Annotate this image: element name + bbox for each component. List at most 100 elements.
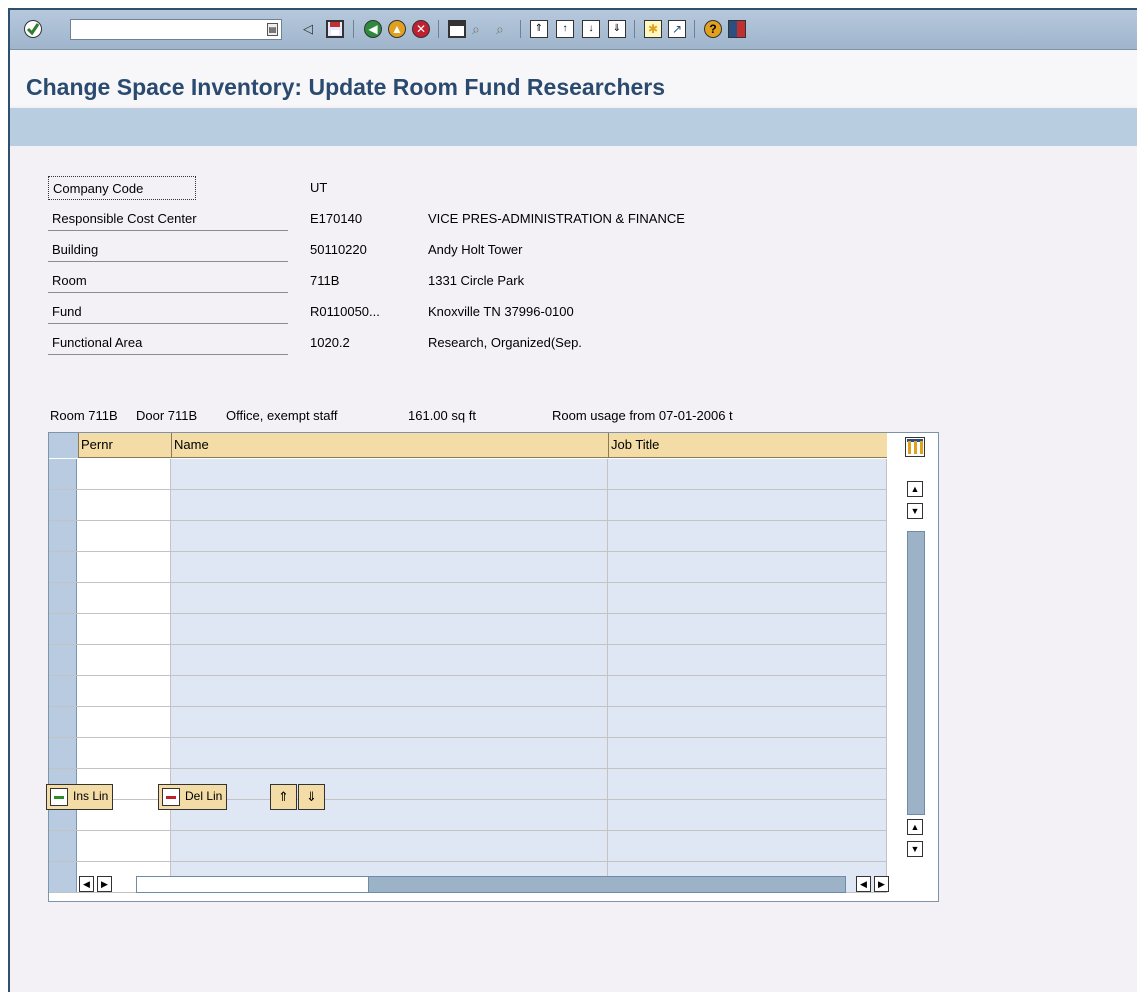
field-label[interactable]: Responsible Cost Center (48, 207, 288, 231)
job-title-cell[interactable] (608, 738, 887, 768)
table-settings-icon[interactable] (905, 437, 925, 457)
scroll-thumb[interactable] (137, 877, 369, 892)
row-selector[interactable] (49, 459, 77, 489)
row-selector[interactable] (49, 614, 77, 644)
print-icon[interactable] (448, 20, 466, 38)
previous-page-icon[interactable]: ↑ (556, 20, 574, 38)
job-title-cell[interactable] (608, 769, 887, 799)
scroll-right-icon[interactable]: ▶ (97, 876, 112, 892)
pernr-cell[interactable] (78, 614, 171, 644)
pernr-cell[interactable] (78, 645, 171, 675)
row-selector[interactable] (49, 831, 77, 861)
pernr-cell[interactable] (78, 676, 171, 706)
column-header-job-title[interactable]: Job Title (608, 433, 887, 458)
last-page-icon[interactable]: ⇓ (608, 20, 626, 38)
name-cell[interactable] (171, 800, 608, 830)
pernr-cell[interactable] (78, 552, 171, 582)
command-field[interactable]: ▤ (70, 19, 282, 40)
job-title-cell[interactable] (608, 707, 887, 737)
job-title-cell[interactable] (608, 552, 887, 582)
name-cell[interactable] (171, 552, 608, 582)
job-title-cell[interactable] (608, 614, 887, 644)
row-selector[interactable] (49, 583, 77, 613)
scroll-right-icon[interactable]: ▶ (874, 876, 889, 892)
pernr-cell[interactable] (78, 521, 171, 551)
column-header-pernr[interactable]: Pernr (78, 433, 171, 458)
pernr-cell[interactable] (78, 707, 171, 737)
first-page-icon[interactable]: ⇑ (530, 20, 548, 38)
row-selector[interactable] (49, 738, 77, 768)
pernr-cell[interactable] (78, 831, 171, 861)
layout-menu-icon[interactable] (728, 20, 746, 38)
horizontal-scrollbar[interactable]: ◀ ▶ ◀ ▶ (79, 876, 919, 894)
researchers-table: Pernr Name Job Title ▲ ▼ ▲ ▼ ◀ ▶ ◀ ▶ (48, 432, 939, 902)
scroll-track[interactable] (136, 876, 846, 893)
insert-line-button[interactable]: Ins Lin (46, 784, 114, 810)
name-cell[interactable] (171, 614, 608, 644)
scroll-left-icon[interactable]: ◀ (79, 876, 94, 892)
job-title-cell[interactable] (608, 521, 887, 551)
row-selector[interactable] (49, 707, 77, 737)
command-dropdown-icon[interactable]: ▤ (267, 23, 278, 36)
pernr-cell[interactable] (78, 459, 171, 489)
save-icon[interactable] (326, 20, 344, 38)
job-title-cell[interactable] (608, 800, 887, 830)
find-icon[interactable]: ⌕ (472, 20, 490, 38)
vertical-scrollbar[interactable]: ▲ ▼ ▲ ▼ (907, 481, 925, 873)
find-next-icon[interactable]: ⌕ (496, 20, 514, 38)
row-selector[interactable] (49, 645, 77, 675)
next-page-icon[interactable]: ↓ (582, 20, 600, 38)
job-title-cell[interactable] (608, 676, 887, 706)
back-icon[interactable]: ◀ (364, 20, 382, 38)
scroll-up-icon[interactable]: ▲ (907, 481, 923, 497)
help-icon[interactable]: ? (704, 20, 722, 38)
name-cell[interactable] (171, 490, 608, 520)
name-cell[interactable] (171, 738, 608, 768)
row-selector[interactable] (49, 490, 77, 520)
row-selector[interactable] (49, 521, 77, 551)
toolbar-separator (520, 20, 521, 38)
toolbar-separator (634, 20, 635, 38)
job-title-cell[interactable] (608, 583, 887, 613)
row-selector[interactable] (49, 676, 77, 706)
field-value: 711B (310, 273, 340, 288)
job-title-cell[interactable] (608, 459, 887, 489)
scroll-down-icon[interactable]: ▼ (907, 503, 923, 519)
enter-icon[interactable] (24, 20, 42, 38)
back-arrow-icon[interactable]: ◁ (303, 20, 321, 38)
pernr-cell[interactable] (78, 490, 171, 520)
page-down-button[interactable]: ⇓ (298, 784, 325, 810)
name-cell[interactable] (171, 769, 608, 799)
exit-icon[interactable]: ▲ (388, 20, 406, 38)
pernr-cell[interactable] (78, 738, 171, 768)
page-down-icon[interactable]: ▼ (907, 841, 923, 857)
name-cell[interactable] (171, 676, 608, 706)
field-label[interactable]: Room (48, 269, 288, 293)
name-cell[interactable] (171, 583, 608, 613)
scroll-track[interactable] (907, 531, 925, 815)
shortcut-icon[interactable]: ↗ (668, 20, 686, 38)
job-title-cell[interactable] (608, 490, 887, 520)
field-label[interactable]: Building (48, 238, 288, 262)
field-label[interactable]: Functional Area (48, 331, 288, 355)
pernr-cell[interactable] (78, 583, 171, 613)
row-selector[interactable] (49, 552, 77, 582)
scroll-left-icon[interactable]: ◀ (856, 876, 871, 892)
page-up-button[interactable]: ⇑ (270, 784, 297, 810)
cancel-icon[interactable]: ✕ (412, 20, 430, 38)
field-label[interactable]: Company Code (48, 176, 196, 200)
create-session-icon[interactable]: ✱ (644, 20, 662, 38)
name-cell[interactable] (171, 645, 608, 675)
job-title-cell[interactable] (608, 831, 887, 861)
page-up-icon[interactable]: ▲ (907, 819, 923, 835)
field-label[interactable]: Fund (48, 300, 288, 324)
column-header-name[interactable]: Name (171, 433, 608, 458)
name-cell[interactable] (171, 831, 608, 861)
name-cell[interactable] (171, 521, 608, 551)
row-selector[interactable] (49, 862, 77, 892)
name-cell[interactable] (171, 459, 608, 489)
select-all-cell[interactable] (49, 433, 78, 458)
job-title-cell[interactable] (608, 645, 887, 675)
name-cell[interactable] (171, 707, 608, 737)
delete-line-button[interactable]: Del Lin (158, 784, 228, 810)
